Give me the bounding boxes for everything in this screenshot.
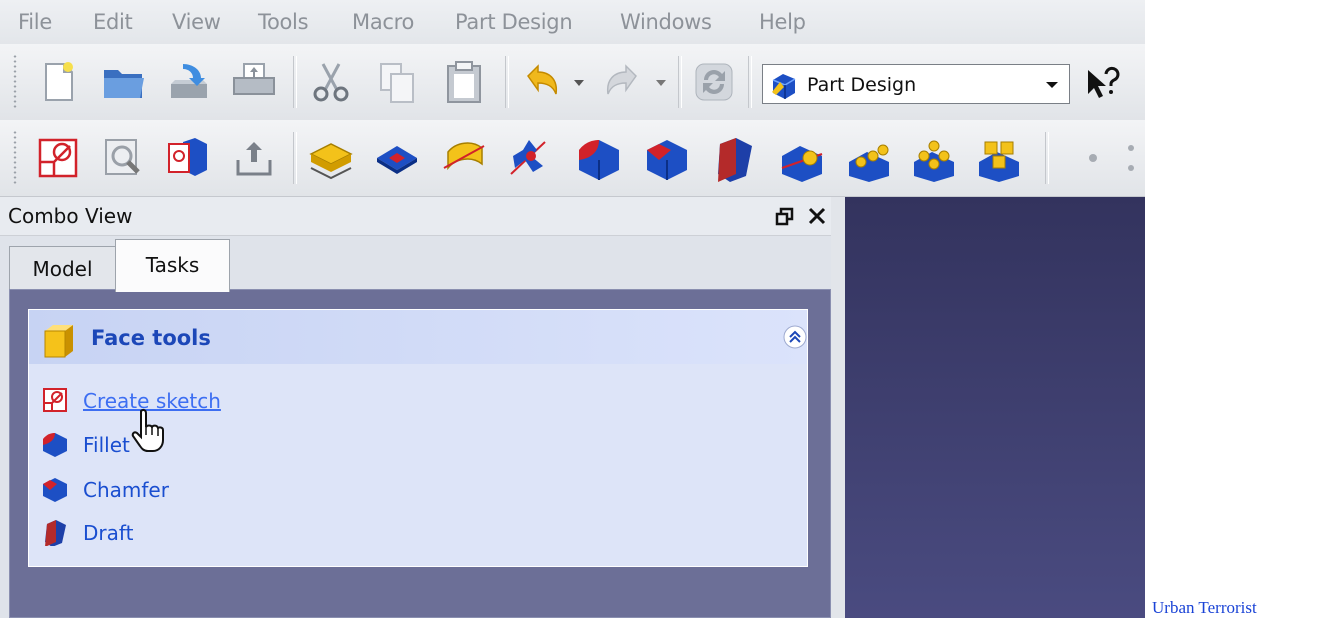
- chamfer-icon[interactable]: [643, 134, 691, 182]
- menu-file[interactable]: File: [18, 10, 52, 34]
- polar-pattern-icon[interactable]: [910, 134, 958, 182]
- point-icon[interactable]: [1082, 142, 1104, 174]
- undo-icon[interactable]: [516, 58, 564, 106]
- menu-bar: File Edit View Tools Macro Part Design W…: [0, 0, 1145, 45]
- revolution-icon[interactable]: [440, 134, 488, 182]
- tab-tasks[interactable]: Tasks: [115, 239, 230, 292]
- task-chamfer-label[interactable]: Chamfer: [83, 478, 169, 502]
- face-tools-header[interactable]: Face tools: [29, 310, 807, 364]
- workbench-selector[interactable]: Part Design: [762, 64, 1070, 104]
- face-tools-box-icon: [44, 325, 73, 358]
- menu-tools[interactable]: Tools: [258, 10, 309, 34]
- mirrored-icon[interactable]: [778, 134, 826, 182]
- toolbar-grip[interactable]: [12, 130, 18, 186]
- view-sketch-icon[interactable]: [100, 134, 148, 182]
- leave-sketch-icon[interactable]: [230, 134, 278, 182]
- save-icon[interactable]: [165, 58, 213, 106]
- copy-icon[interactable]: [373, 58, 421, 106]
- panel-title: Face tools: [91, 326, 211, 350]
- paste-icon[interactable]: [440, 58, 488, 106]
- open-folder-icon[interactable]: [100, 58, 148, 106]
- task-draft-label[interactable]: Draft: [83, 521, 133, 545]
- toolbar-separator: [293, 56, 297, 108]
- sketch-icon: [43, 388, 67, 412]
- toolbar-separator: [678, 56, 682, 108]
- close-icon[interactable]: [806, 205, 828, 227]
- menu-part-design[interactable]: Part Design: [455, 10, 573, 34]
- menu-help[interactable]: Help: [759, 10, 806, 34]
- caption-link[interactable]: Urban Terrorist: [1152, 598, 1257, 618]
- print-icon[interactable]: [230, 58, 278, 106]
- whats-this-icon[interactable]: [1082, 66, 1122, 106]
- groove-icon[interactable]: [505, 134, 553, 182]
- line-icon[interactable]: [1120, 142, 1142, 174]
- draft-icon[interactable]: [710, 134, 758, 182]
- linear-pattern-icon[interactable]: [845, 134, 893, 182]
- hand-pointer-cursor-icon: [131, 408, 164, 452]
- toolbar-grip[interactable]: [12, 54, 18, 110]
- toolbar-separator: [505, 56, 509, 108]
- map-sketch-icon[interactable]: [165, 134, 213, 182]
- part-design-workbench-icon: [772, 74, 796, 99]
- redo-icon[interactable]: [600, 58, 648, 106]
- combo-view-titlebar: Combo View: [0, 197, 845, 236]
- menu-edit[interactable]: Edit: [93, 10, 133, 34]
- sketch-icon[interactable]: [34, 134, 82, 182]
- tab-model[interactable]: Model: [9, 246, 116, 290]
- toolbar-separator: [293, 132, 297, 184]
- cut-icon[interactable]: [307, 58, 355, 106]
- collapse-icon[interactable]: [783, 325, 807, 349]
- 3d-viewport[interactable]: [845, 197, 1145, 618]
- fillet-icon: [43, 433, 67, 457]
- undo-dropdown-icon[interactable]: [568, 66, 590, 98]
- menu-view[interactable]: View: [172, 10, 221, 34]
- task-fillet-label[interactable]: Fillet: [83, 433, 130, 457]
- redo-dropdown-icon[interactable]: [650, 66, 672, 98]
- chamfer-icon: [43, 478, 67, 502]
- toolbar-separator: [748, 56, 752, 108]
- pocket-icon[interactable]: [373, 134, 421, 182]
- refresh-icon[interactable]: [690, 58, 738, 106]
- fillet-icon[interactable]: [575, 134, 623, 182]
- combo-view-tabs: Model Tasks: [0, 235, 845, 292]
- float-panel-icon[interactable]: [774, 205, 796, 227]
- multi-transform-icon[interactable]: [975, 134, 1023, 182]
- panel-splitter[interactable]: [831, 197, 845, 618]
- menu-macro[interactable]: Macro: [352, 10, 414, 34]
- part-design-toolbar: [0, 120, 1145, 197]
- chevron-down-icon: [1046, 82, 1058, 88]
- freecad-window: File Edit View Tools Macro Part Design W…: [0, 0, 1145, 618]
- draft-icon: [45, 520, 66, 546]
- combo-view-title: Combo View: [8, 204, 133, 228]
- menu-windows[interactable]: Windows: [620, 10, 712, 34]
- workbench-selected-label: Part Design: [807, 74, 917, 96]
- new-file-icon[interactable]: [34, 58, 82, 106]
- toolbar-separator: [1045, 132, 1049, 184]
- pad-icon[interactable]: [307, 134, 355, 182]
